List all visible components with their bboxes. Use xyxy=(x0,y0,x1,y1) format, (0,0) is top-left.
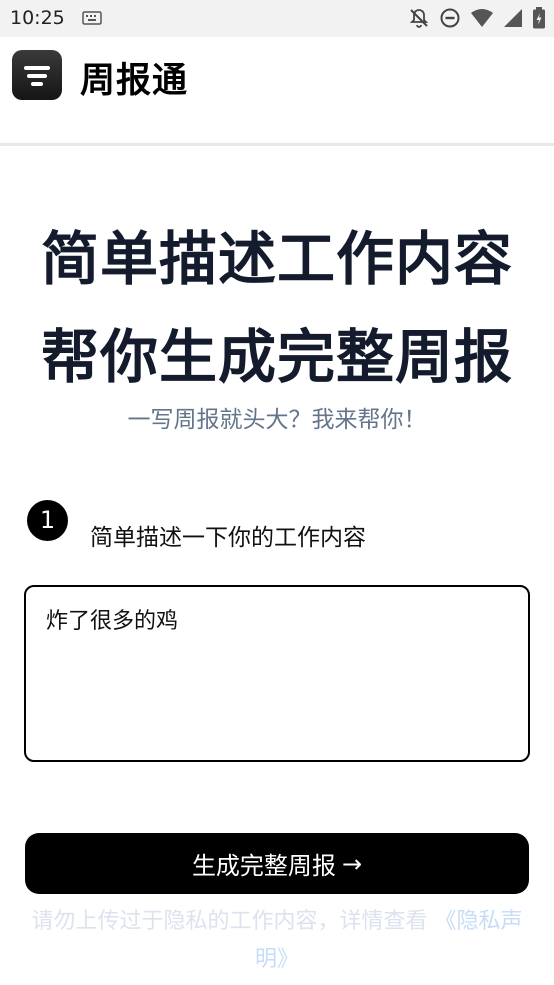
status-time: 10:25 xyxy=(10,7,65,29)
privacy-note-text: 请勿上传过于隐私的工作内容，详情查看 xyxy=(31,909,428,934)
app-logo xyxy=(12,50,62,100)
keyboard-icon xyxy=(82,11,102,25)
hero-headline-1: 简单描述工作内容 xyxy=(40,225,513,293)
battery-icon xyxy=(533,7,545,29)
status-icons xyxy=(408,7,546,29)
work-description-input[interactable] xyxy=(24,585,530,762)
notifications-off-icon xyxy=(409,9,429,28)
arrow-right-icon: → xyxy=(341,849,363,878)
signal-icon xyxy=(504,9,522,27)
status-bar: 10:25 xyxy=(0,0,554,37)
filter-icon xyxy=(24,66,50,86)
generate-report-button[interactable]: 生成完整周报 → xyxy=(25,833,529,894)
wifi-icon xyxy=(471,9,493,27)
hero-subtitle: 一写周报就头大？我来帮你！ xyxy=(127,407,427,433)
generate-button-label: 生成完整周报 xyxy=(191,852,336,880)
hero-headline-2: 帮你生成完整周报 xyxy=(40,323,513,391)
step-label: 简单描述一下你的工作内容 xyxy=(90,525,366,551)
privacy-note: 请勿上传过于隐私的工作内容，详情查看 《隐私声明》 xyxy=(22,903,532,979)
step-number-badge: 1 xyxy=(27,500,68,541)
do-not-disturb-icon xyxy=(440,8,460,28)
app-header: 周报通 xyxy=(0,37,554,146)
app-title: 周报通 xyxy=(80,61,189,101)
